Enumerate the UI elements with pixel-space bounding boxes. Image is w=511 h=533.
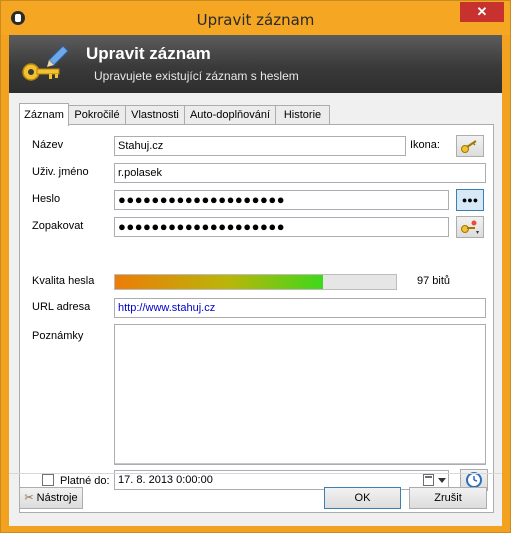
dialog-client: Upravit záznam Upravujete existující záz… <box>9 35 502 526</box>
name-field[interactable]: Stahuj.cz <box>114 136 406 156</box>
tab-history[interactable]: Historie <box>275 105 330 124</box>
expiry-date-value: 17. 8. 2013 0:00:00 <box>118 474 213 486</box>
password-label: Heslo <box>32 193 61 205</box>
quality-label: Kvalita hesla <box>32 275 95 287</box>
entry-panel: Název Stahuj.cz Ikona: Uživ. jméno r.pol… <box>19 124 494 513</box>
banner-subtitle: Upravujete existující záznam s heslem <box>94 69 299 83</box>
notes-label: Poznámky <box>32 330 84 342</box>
url-label: URL adresa <box>32 301 91 313</box>
tab-entry[interactable]: Záznam <box>19 103 69 126</box>
ok-button[interactable]: OK <box>324 487 401 509</box>
banner-title: Upravit záznam <box>86 44 211 63</box>
repeat-label: Zopakovat <box>32 220 84 232</box>
name-label: Název <box>32 139 64 151</box>
tools-button[interactable]: ✂ Nástroje <box>19 487 83 509</box>
show-password-button[interactable]: ●●● <box>456 189 484 211</box>
close-icon: ✕ <box>476 4 488 19</box>
key-pencil-icon <box>22 45 69 81</box>
icon-label: Ikona: <box>410 139 440 151</box>
password-quality-bar <box>114 274 397 290</box>
password-generator-button[interactable] <box>456 216 484 238</box>
expires-label: Platné do: <box>60 475 110 487</box>
repeat-password-field[interactable]: ●●●●●●●●●●●●●●●●●●●● <box>114 217 449 237</box>
quality-bits: 97 bitů <box>417 275 451 287</box>
username-label: Uživ. jméno <box>32 166 89 178</box>
calendar-dropdown-icon[interactable] <box>423 474 446 486</box>
title-bar: Upravit záznam ✕ <box>1 1 510 35</box>
generator-icon <box>461 220 479 234</box>
cancel-button[interactable]: Zrušit <box>409 487 487 509</box>
tab-properties[interactable]: Vlastnosti <box>125 105 185 124</box>
tab-advanced[interactable]: Pokročilé <box>68 105 126 124</box>
tab-auto-type[interactable]: Auto-doplňování <box>184 105 276 124</box>
expires-checkbox[interactable] <box>42 474 54 486</box>
url-field[interactable]: http://www.stahuj.cz <box>114 298 486 318</box>
window-title: Upravit záznam <box>196 11 315 29</box>
icon-picker-button[interactable] <box>456 135 484 157</box>
notes-textarea[interactable] <box>114 324 486 465</box>
key-icon <box>461 140 477 153</box>
tools-label: Nástroje <box>36 492 78 504</box>
window: Upravit záznam ✕ Upravit záznam Upravuje… <box>0 0 511 533</box>
password-quality-fill <box>115 275 323 289</box>
footer-divider <box>9 473 502 474</box>
password-field[interactable]: ●●●●●●●●●●●●●●●●●●●● <box>114 190 449 210</box>
username-field[interactable]: r.polasek <box>114 163 486 183</box>
close-button[interactable]: ✕ <box>460 2 504 22</box>
tools-icon: ✂ <box>24 492 34 504</box>
banner: Upravit záznam Upravujete existující záz… <box>9 35 502 93</box>
